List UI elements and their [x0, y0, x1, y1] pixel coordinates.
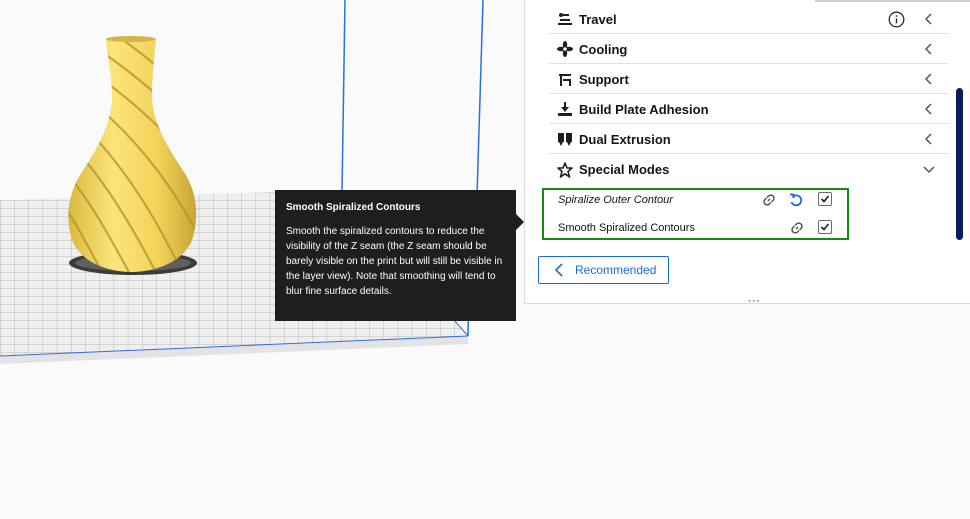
setting-label: Spiralize Outer Contour: [558, 194, 673, 206]
category-travel[interactable]: Travel: [549, 5, 948, 34]
chevron-left-icon[interactable]: [922, 42, 936, 56]
category-label: Travel: [579, 11, 617, 27]
checkbox-checked[interactable]: [818, 192, 832, 206]
panel-resize-handle[interactable]: •••: [748, 296, 760, 306]
tooltip-body: Smooth the spiralized contours to reduce…: [286, 226, 503, 297]
setting-spiralize-outer-contour[interactable]: Spiralize Outer Contour: [558, 189, 848, 211]
star-icon: [556, 161, 574, 179]
category-label: Dual Extrusion: [579, 131, 671, 147]
info-icon[interactable]: [888, 11, 905, 28]
chevron-down-icon[interactable]: [922, 162, 936, 176]
tooltip-title: Smooth Spiralized Contours: [286, 202, 421, 213]
category-dual-extrusion[interactable]: Dual Extrusion: [549, 125, 948, 154]
reset-icon[interactable]: [788, 192, 804, 208]
dual-extrusion-icon: [556, 130, 574, 148]
link-icon[interactable]: [761, 192, 777, 208]
chevron-left-icon: [554, 263, 563, 277]
travel-icon: [556, 10, 574, 28]
chevron-left-icon[interactable]: [922, 72, 936, 86]
chevron-left-icon[interactable]: [922, 12, 936, 26]
category-special-modes[interactable]: Special Modes: [549, 155, 948, 184]
print-settings-panel: Travel Cooling Support Build Plate Adhes…: [524, 0, 970, 304]
category-support[interactable]: Support: [549, 65, 948, 94]
special-modes-settings-highlight: Spiralize Outer Contour Smooth Spiralize…: [542, 188, 849, 240]
link-icon[interactable]: [789, 220, 805, 236]
recommended-button[interactable]: Recommended: [538, 256, 669, 284]
recommended-label: Recommended: [575, 263, 657, 277]
category-build-plate-adhesion[interactable]: Build Plate Adhesion: [549, 95, 948, 124]
support-icon: [556, 70, 574, 88]
setting-label: Smooth Spiralized Contours: [558, 222, 695, 234]
adhesion-icon: [556, 100, 574, 118]
fan-icon: [556, 40, 574, 58]
category-label: Build Plate Adhesion: [579, 101, 709, 117]
checkbox-checked[interactable]: [818, 220, 832, 234]
category-label: Support: [579, 71, 629, 87]
check-icon: [820, 223, 830, 231]
setting-smooth-spiralized-contours[interactable]: Smooth Spiralized Contours: [558, 217, 848, 239]
category-label: Special Modes: [579, 162, 670, 177]
chevron-left-icon[interactable]: [922, 102, 936, 116]
build-volume-edge: [341, 0, 346, 193]
check-icon: [820, 195, 830, 203]
setting-tooltip: Smooth Spiralized Contours Smooth the sp…: [275, 190, 524, 321]
category-cooling[interactable]: Cooling: [549, 35, 948, 64]
settings-scrollbar[interactable]: [956, 88, 963, 240]
panel-top-divider: [815, 0, 970, 2]
chevron-left-icon[interactable]: [922, 132, 936, 146]
category-label: Cooling: [579, 41, 628, 57]
